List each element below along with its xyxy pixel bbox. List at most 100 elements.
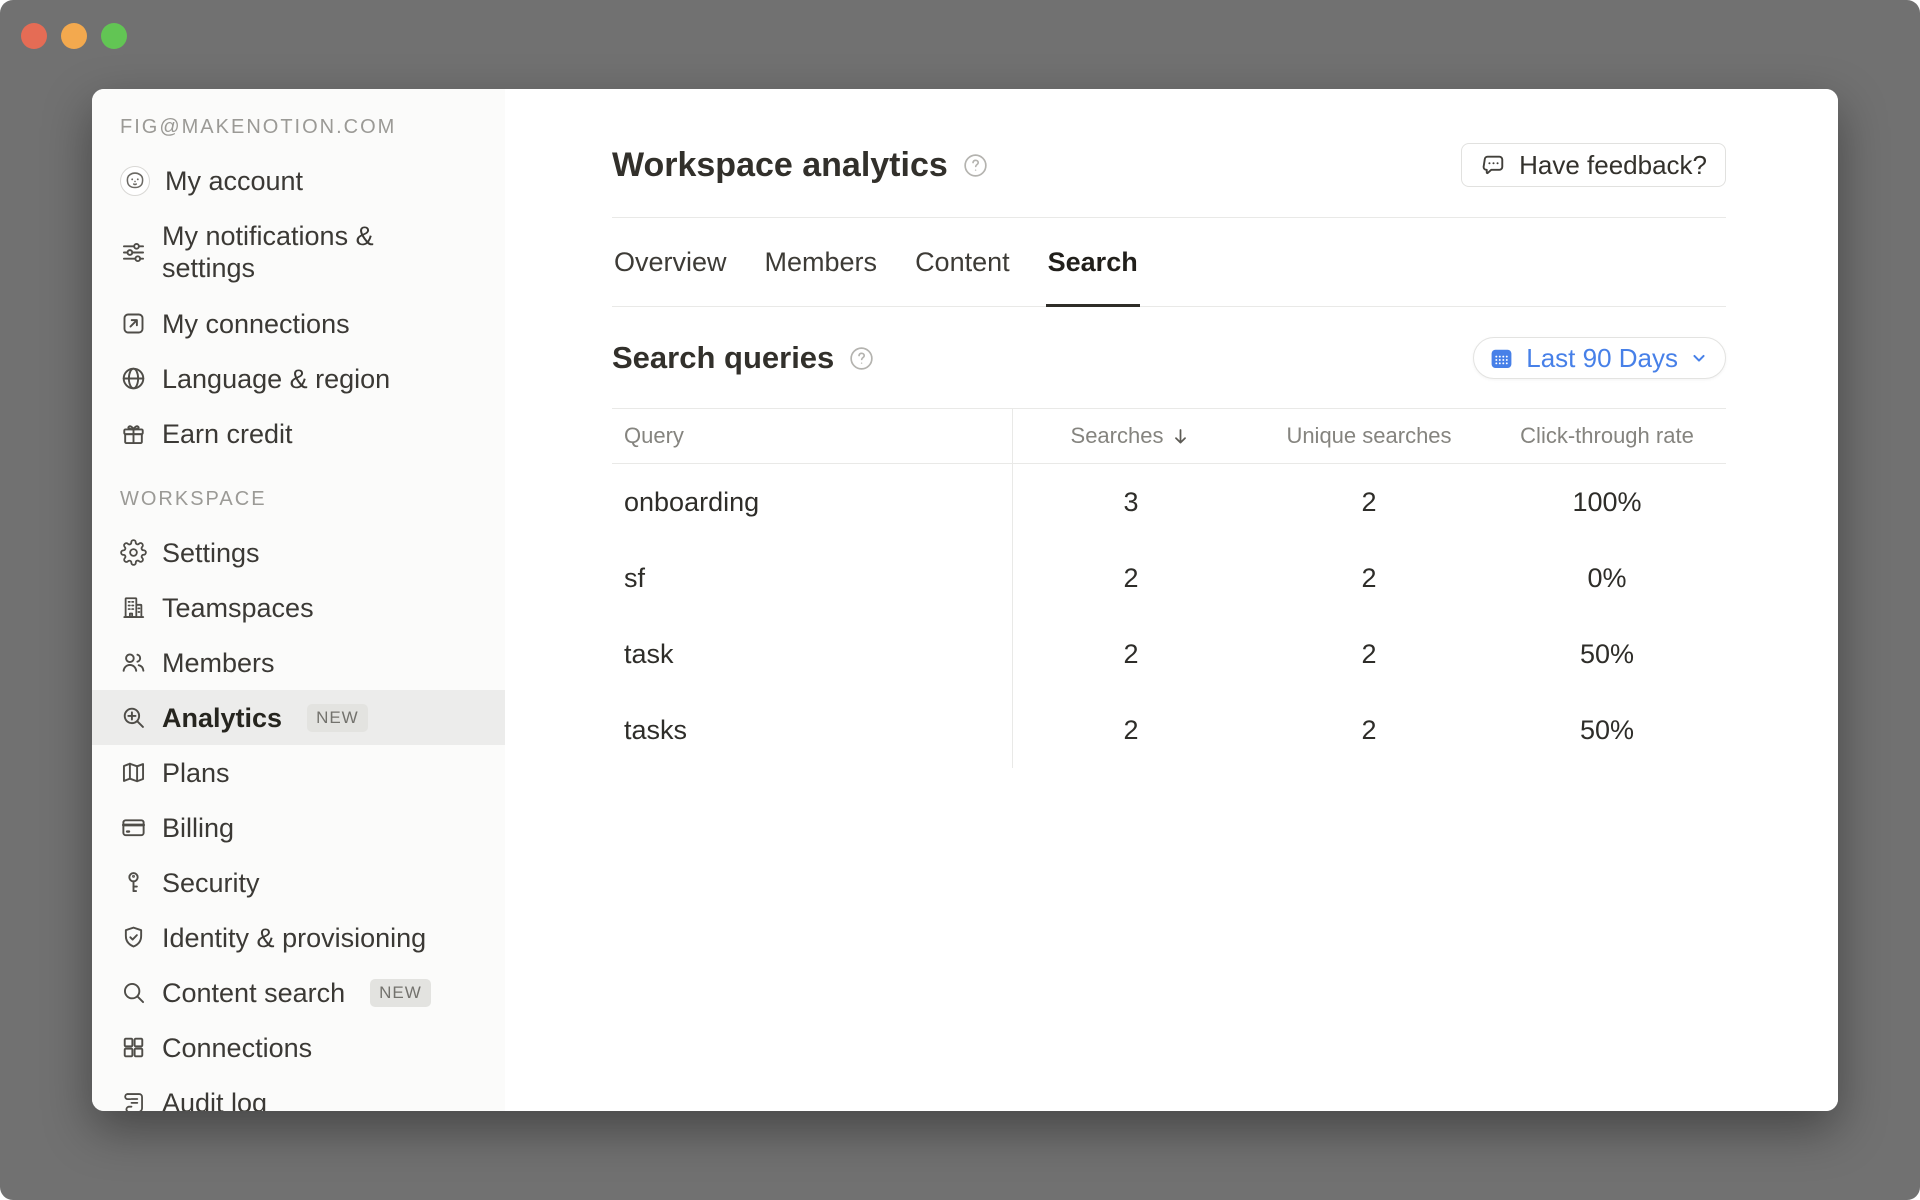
tab-members[interactable]: Members xyxy=(763,218,880,306)
sidebar-item-plans[interactable]: Plans xyxy=(92,745,505,800)
sidebar-item-label: Plans xyxy=(162,757,230,789)
calendar-icon xyxy=(1488,345,1515,372)
unique-searches-cell: 2 xyxy=(1250,715,1488,746)
tab-content[interactable]: Content xyxy=(913,218,1012,306)
query-cell: sf xyxy=(612,563,1012,594)
new-badge: NEW xyxy=(370,979,431,1007)
user-avatar xyxy=(120,166,150,196)
unique-searches-cell: 2 xyxy=(1250,563,1488,594)
sort-descending-icon xyxy=(1170,426,1191,447)
sidebar-item-connections[interactable]: Connections xyxy=(92,1020,505,1075)
column-header-query: Query xyxy=(612,423,1012,449)
search-queries-heading: Search queries xyxy=(612,340,834,376)
date-range-filter-button[interactable]: Last 90 Days xyxy=(1473,337,1726,379)
table-column-divider xyxy=(1012,408,1013,768)
chevron-down-icon xyxy=(1689,348,1709,368)
settings-modal: FIG@MAKENOTION.COM My account xyxy=(92,89,1838,1111)
search-queries-table: Query Searches Unique searches Click-thr… xyxy=(612,408,1726,768)
unique-searches-cell: 2 xyxy=(1250,487,1488,518)
sliders-icon xyxy=(120,239,147,266)
table-row: tasks 2 2 50% xyxy=(612,692,1726,768)
click-through-rate-cell: 50% xyxy=(1488,715,1726,746)
sidebar-item-label: Members xyxy=(162,647,275,679)
sidebar-item-audit-log[interactable]: Audit log xyxy=(92,1075,505,1111)
minimize-window-button[interactable] xyxy=(61,23,87,49)
table-header-row: Query Searches Unique searches Click-thr… xyxy=(612,408,1726,464)
analytics-main-panel: Workspace analytics xyxy=(505,89,1838,1111)
sidebar-item-label: Security xyxy=(162,867,260,899)
grid-icon xyxy=(120,1034,147,1061)
date-range-label: Last 90 Days xyxy=(1526,343,1678,374)
query-cell: tasks xyxy=(612,715,1012,746)
sidebar-item-label: Earn credit xyxy=(162,418,293,450)
sidebar-item-label: Analytics xyxy=(162,702,282,734)
account-email-label: FIG@MAKENOTION.COM xyxy=(92,113,505,141)
workspace-section: Settings Teamspaces xyxy=(92,525,505,1111)
close-window-button[interactable] xyxy=(21,23,47,49)
table-row: task 2 2 50% xyxy=(612,616,1726,692)
shield-check-icon xyxy=(120,924,147,951)
sidebar-item-label: Language & region xyxy=(162,363,390,395)
searches-cell: 3 xyxy=(1012,487,1250,518)
arrow-out-box-icon xyxy=(120,310,147,337)
sidebar-item-label: Content search xyxy=(162,977,345,1009)
have-feedback-button[interactable]: Have feedback? xyxy=(1461,143,1726,187)
page-title: Workspace analytics xyxy=(612,146,948,185)
searches-cell: 2 xyxy=(1012,715,1250,746)
tab-overview[interactable]: Overview xyxy=(612,218,729,306)
sidebar-item-label: My account xyxy=(165,165,303,197)
sidebar-item-label: My connections xyxy=(162,308,350,340)
zoom-window-button[interactable] xyxy=(101,23,127,49)
table-row: onboarding 3 2 100% xyxy=(612,464,1726,540)
searches-cell: 2 xyxy=(1012,639,1250,670)
help-icon[interactable] xyxy=(848,345,875,372)
gear-icon xyxy=(120,539,147,566)
magnifier-icon xyxy=(120,979,147,1006)
sidebar-item-analytics[interactable]: Analytics NEW xyxy=(92,690,505,745)
query-cell: onboarding xyxy=(612,487,1012,518)
map-icon xyxy=(120,759,147,786)
have-feedback-label: Have feedback? xyxy=(1519,150,1707,181)
sidebar-item-language-region[interactable]: Language & region xyxy=(92,351,505,406)
help-icon[interactable] xyxy=(962,152,989,179)
new-badge: NEW xyxy=(307,704,368,732)
sidebar-item-content-search[interactable]: Content search NEW xyxy=(92,965,505,1020)
gift-icon xyxy=(120,420,147,447)
globe-icon xyxy=(120,365,147,392)
sidebar-item-earn-credit[interactable]: Earn credit xyxy=(92,406,505,461)
column-header-searches[interactable]: Searches xyxy=(1012,423,1250,449)
tab-search[interactable]: Search xyxy=(1046,218,1140,306)
sidebar-item-label: Connections xyxy=(162,1032,312,1064)
sidebar-item-teamspaces[interactable]: Teamspaces xyxy=(92,580,505,635)
sidebar-item-my-account[interactable]: My account xyxy=(92,153,505,208)
sidebar-item-billing[interactable]: Billing xyxy=(92,800,505,855)
sidebar-item-identity-provisioning[interactable]: Identity & provisioning xyxy=(92,910,505,965)
key-icon xyxy=(120,869,147,896)
scroll-icon xyxy=(120,1089,147,1111)
column-header-click-through-rate[interactable]: Click-through rate xyxy=(1488,423,1726,449)
column-header-unique-searches[interactable]: Unique searches xyxy=(1250,423,1488,449)
account-section: My account My notifications & settings xyxy=(92,153,505,461)
sidebar-item-settings[interactable]: Settings xyxy=(92,525,505,580)
sidebar-item-members[interactable]: Members xyxy=(92,635,505,690)
macos-window: FIG@MAKENOTION.COM My account xyxy=(0,0,1920,1200)
sidebar-item-security[interactable]: Security xyxy=(92,855,505,910)
table-row: sf 2 2 0% xyxy=(612,540,1726,616)
chat-bubble-icon xyxy=(1480,152,1507,179)
searches-cell: 2 xyxy=(1012,563,1250,594)
sidebar-item-label: Settings xyxy=(162,537,260,569)
sidebar-item-my-connections[interactable]: My connections xyxy=(92,296,505,351)
workspace-section-label: WORKSPACE xyxy=(92,485,505,513)
sidebar-item-label: Teamspaces xyxy=(162,592,314,624)
credit-card-icon xyxy=(120,814,147,841)
sidebar-item-label: Identity & provisioning xyxy=(162,922,426,954)
sidebar-item-label: My notifications & settings xyxy=(162,220,404,284)
building-icon xyxy=(120,594,147,621)
sidebar-item-my-notifications-settings[interactable]: My notifications & settings xyxy=(92,208,505,296)
click-through-rate-cell: 100% xyxy=(1488,487,1726,518)
click-through-rate-cell: 50% xyxy=(1488,639,1726,670)
settings-sidebar: FIG@MAKENOTION.COM My account xyxy=(92,89,505,1111)
sidebar-item-label: Audit log xyxy=(162,1087,267,1112)
magnifier-sparkle-icon xyxy=(120,704,147,731)
window-controls xyxy=(21,23,127,49)
